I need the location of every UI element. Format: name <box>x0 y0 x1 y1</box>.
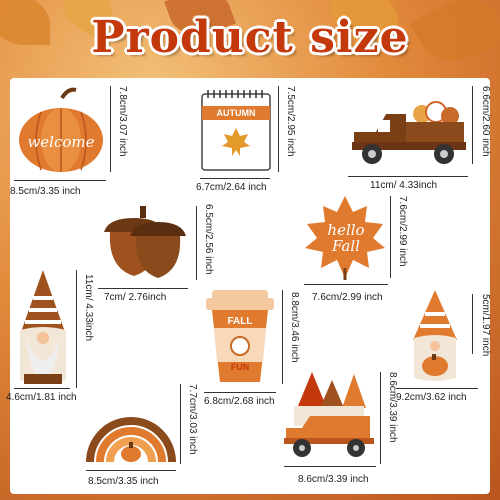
acorn-width: 7cm/ 2.76inch <box>104 292 167 303</box>
pumpkin-height: 7.8cm/3.07 inch <box>117 86 128 157</box>
pumpkin-width: 8.5cm/3.35 inch <box>10 186 81 197</box>
cup-width: 6.8cm/2.68 inch <box>204 396 275 407</box>
leaf-width: 7.6cm/2.99 inch <box>312 292 383 303</box>
page-title: Product size <box>91 12 409 63</box>
gnome-truck-width: 8.6cm/3.39 inch <box>298 474 369 485</box>
truck-height: 6.6cm/2.60 inch <box>480 86 491 157</box>
gnome-right-item <box>413 290 457 381</box>
gnome-truck-item <box>284 372 374 457</box>
calendar-height: 7.5cm/2.95 inch <box>285 86 296 157</box>
gnome-left-item <box>20 270 66 384</box>
cup-text-2: FUN <box>230 362 250 372</box>
gnome-truck-height: 8.6cm/3.39 inch <box>387 372 398 443</box>
cup-height: 8.8cm/3.46 inch <box>289 292 300 363</box>
rainbow-height: 7.7cm/3.03 inch <box>187 384 198 455</box>
gnome-right-height: 5cm/1.97 inch <box>480 294 491 357</box>
pumpkin-welcome-item <box>19 87 103 172</box>
cup-text-1: FALL <box>227 316 253 327</box>
calendar-width: 6.7cm/2.64 inch <box>196 182 267 193</box>
truck-item <box>352 101 466 164</box>
leaf-height: 7.6cm/2.99 inch <box>397 196 408 267</box>
gnome-right-width: 9.2cm/3.62 inch <box>396 392 467 403</box>
leaf-text: hello Fall <box>327 221 365 255</box>
acorn-item <box>104 206 186 278</box>
calendar-item <box>201 90 271 171</box>
calendar-text: AUTUMN <box>216 108 256 118</box>
truck-width: 11cm/ 4.33inch <box>370 180 438 191</box>
rainbow-item <box>86 417 176 463</box>
gnome-left-width: 4.6cm/1.81 inch <box>6 392 77 403</box>
rainbow-width: 8.5cm/3.35 inch <box>88 476 159 487</box>
acorn-height: 6.5cm/2.56 inch <box>203 204 214 275</box>
gnome-left-height: 11cm/ 4.33inch <box>83 274 94 342</box>
pumpkin-text: welcome <box>27 133 95 151</box>
